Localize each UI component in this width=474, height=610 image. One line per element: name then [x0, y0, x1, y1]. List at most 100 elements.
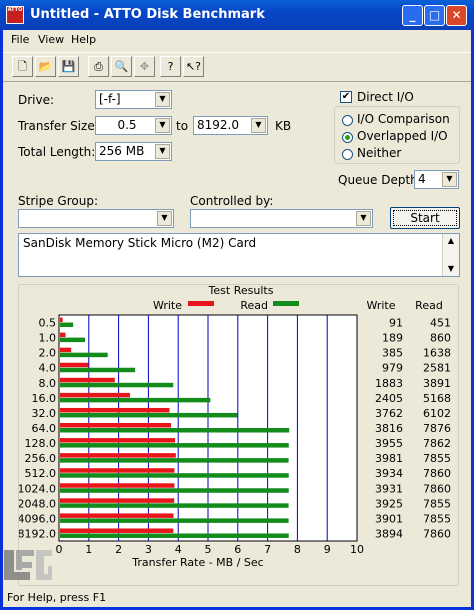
close-button[interactable]: ✕: [446, 5, 467, 26]
bar-read: [60, 488, 289, 493]
chevron-down-icon: ▼: [155, 92, 170, 107]
transfer-from-value: 0.5: [117, 118, 137, 132]
total-length-value: 256 MB: [99, 144, 145, 158]
total-length-select[interactable]: 256 MB ▼: [95, 142, 172, 161]
bar-write: [60, 483, 175, 488]
y-category-label: 2048.0: [19, 497, 56, 510]
total-length-label: Total Length:: [18, 145, 96, 159]
controlled-by-label: Controlled by:: [190, 194, 274, 208]
read-value: 2581: [423, 362, 451, 375]
maximize-button[interactable]: □: [424, 5, 445, 26]
bar-read: [60, 337, 86, 343]
x-tick-label: 4: [175, 543, 182, 556]
x-tick-label: 2: [115, 543, 122, 556]
transfer-to-select[interactable]: 8192.0 ▼: [193, 116, 268, 135]
queue-depth-label: Queue Depth:: [338, 173, 422, 187]
write-value: 3934: [375, 467, 403, 480]
unit-label: KB: [275, 119, 292, 133]
x-tick-label: 5: [205, 543, 212, 556]
transfer-from-select[interactable]: 0.5 ▼: [95, 116, 172, 135]
menu-bar: File View Help: [3, 30, 471, 50]
results-title: Test Results: [208, 285, 274, 297]
x-tick-label: 7: [264, 543, 271, 556]
read-value: 7860: [423, 482, 451, 495]
y-category-label: 1024.0: [19, 482, 56, 495]
chevron-down-icon: ▼: [157, 211, 172, 226]
drive-label: Drive:: [18, 93, 55, 107]
write-value: 979: [382, 362, 403, 375]
y-category-label: 128.0: [25, 437, 57, 450]
minimize-button[interactable]: _: [402, 5, 423, 26]
scroll-down-icon[interactable]: ▼: [443, 262, 459, 276]
io-comparison-radio[interactable]: [342, 115, 353, 126]
write-value: 3762: [375, 407, 403, 420]
bar-write: [60, 453, 176, 458]
column-header-read: Read: [415, 299, 443, 312]
y-category-label: 4.0: [39, 362, 57, 375]
read-value: 7855: [423, 497, 451, 510]
write-value: 385: [382, 347, 403, 360]
start-button[interactable]: Start: [390, 207, 460, 229]
open-icon[interactable]: 📂: [35, 56, 56, 77]
status-text: For Help, press F1: [7, 591, 107, 604]
x-tick-label: 8: [294, 543, 301, 556]
y-category-label: 256.0: [25, 452, 57, 465]
queue-depth-select[interactable]: 4 ▼: [414, 170, 459, 189]
menu-file[interactable]: File: [11, 33, 29, 46]
write-value: 2405: [375, 392, 403, 405]
write-value: 1883: [375, 377, 403, 390]
overlapped-io-radio[interactable]: [342, 132, 353, 143]
print-icon[interactable]: ⎙: [88, 56, 109, 77]
menu-help[interactable]: Help: [71, 33, 96, 46]
atto-app-icon: ATTO: [6, 6, 24, 24]
legend-write-label: Write: [153, 299, 182, 312]
io-mode-group: I/O Comparison Overlapped I/O Neither: [334, 106, 460, 164]
menu-view[interactable]: View: [38, 33, 64, 46]
print-preview-icon[interactable]: 🔍: [111, 56, 132, 77]
direct-io-checkbox[interactable]: ✔: [340, 91, 352, 103]
write-value: 91: [389, 317, 403, 330]
stripe-group-select[interactable]: ▼: [18, 209, 174, 228]
read-value: 860: [430, 332, 451, 345]
direct-io-label: Direct I/O: [357, 90, 414, 104]
read-value: 6102: [423, 407, 451, 420]
stripe-group-label: Stripe Group:: [18, 194, 98, 208]
write-value: 3901: [375, 512, 403, 525]
description-textarea[interactable]: SanDisk Memory Stick Micro (M2) Card ▲ ▼: [18, 233, 460, 277]
bar-write: [60, 468, 175, 473]
bar-write: [60, 347, 72, 353]
y-category-label: 16.0: [32, 392, 57, 405]
bar-read: [60, 533, 289, 538]
y-category-label: 64.0: [32, 422, 57, 435]
to-label: to: [176, 119, 189, 133]
textarea-scrollbar[interactable]: ▲ ▼: [442, 234, 459, 276]
write-value: 3894: [375, 527, 403, 540]
chevron-down-icon: ▼: [155, 144, 170, 159]
bar-read: [60, 367, 136, 373]
new-icon[interactable]: 🗋: [12, 56, 33, 77]
title-bar[interactable]: ATTO Untitled - ATTO Disk Benchmark _ □ …: [0, 0, 474, 30]
drive-select[interactable]: [-f-] ▼: [95, 90, 172, 109]
read-value: 7855: [423, 452, 451, 465]
drive-value: [-f-]: [99, 92, 121, 106]
help-icon[interactable]: ?: [160, 56, 181, 77]
context-help-icon[interactable]: ↖?: [183, 56, 204, 77]
y-category-label: 4096.0: [19, 512, 56, 525]
column-header-write: Write: [366, 299, 395, 312]
read-value: 3891: [423, 377, 451, 390]
read-value: 7860: [423, 467, 451, 480]
neither-radio[interactable]: [342, 149, 353, 160]
io-option-label: Overlapped I/O: [357, 129, 448, 143]
transfer-size-label: Transfer Size:: [18, 119, 99, 133]
scroll-up-icon[interactable]: ▲: [443, 234, 459, 248]
description-text: SanDisk Memory Stick Micro (M2) Card: [23, 236, 257, 250]
bar-write: [60, 392, 130, 398]
move-icon[interactable]: ✥: [134, 56, 155, 77]
save-icon[interactable]: 💾: [58, 56, 79, 77]
watermark-logo: [0, 548, 100, 582]
controlled-by-select[interactable]: ▼: [190, 209, 373, 228]
legend-read-label: Read: [240, 299, 268, 312]
bar-write: [60, 438, 176, 443]
bar-read: [60, 412, 238, 418]
x-tick-label: 10: [350, 543, 364, 556]
